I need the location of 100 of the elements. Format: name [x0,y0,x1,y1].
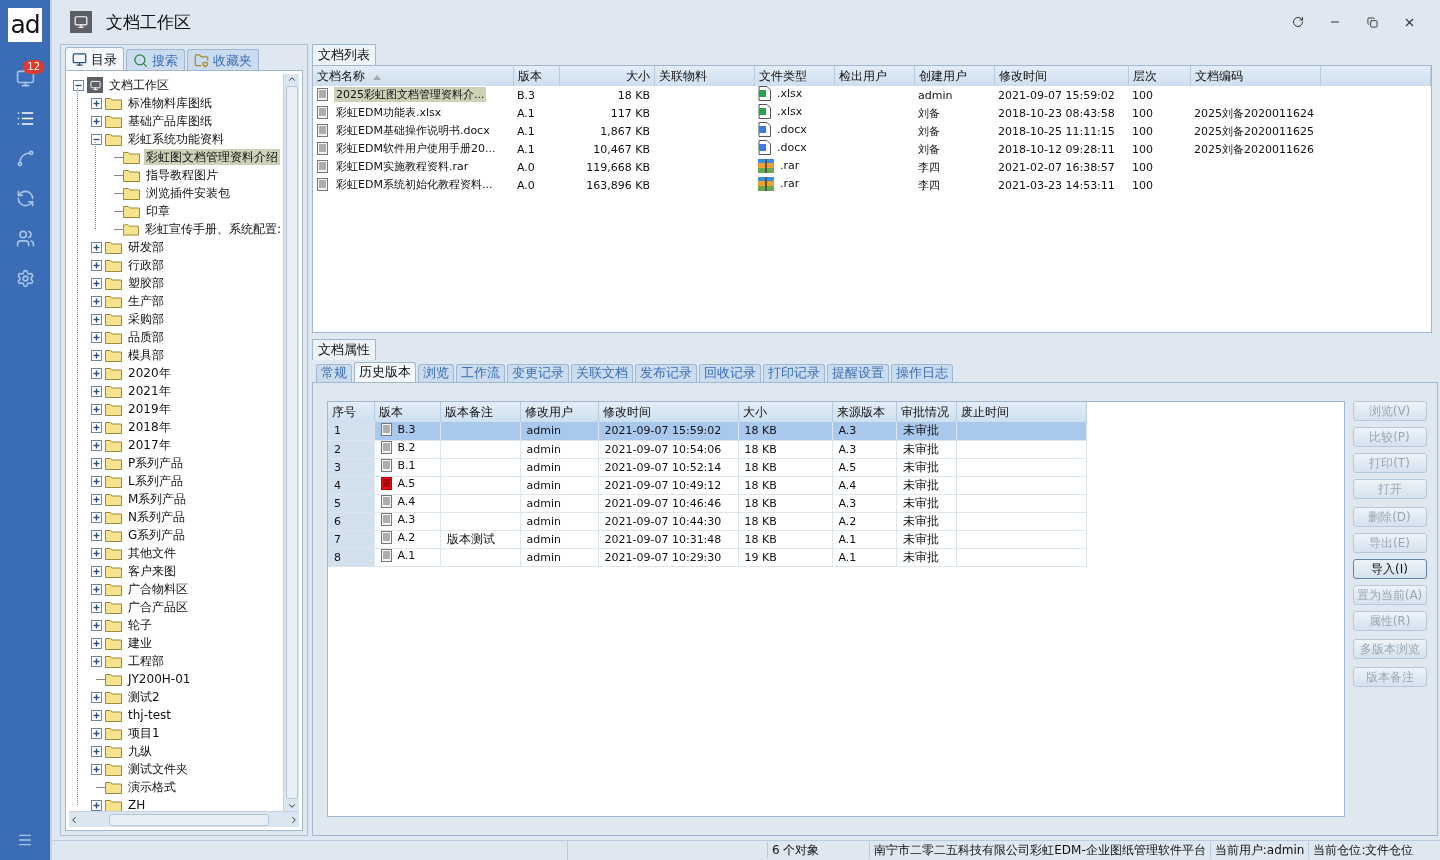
expand-icon[interactable] [90,97,102,109]
tree-item[interactable]: 文档工作区 [107,77,171,93]
tree-item[interactable]: 生产部 [126,293,166,309]
table-cell[interactable]: 彩虹EDM功能表.xlsx [334,104,444,120]
column-header[interactable]: 来源版本 [832,402,896,422]
tree-item[interactable]: P系列产品 [126,455,186,471]
expand-icon[interactable] [90,277,102,289]
tree-item[interactable]: JY200H-01 [126,671,193,687]
expand-icon[interactable] [90,385,102,397]
table-cell[interactable]: 彩虹EDM系统初始化教程资料... [334,176,495,192]
scroll-right-icon[interactable] [289,814,299,825]
tree-item[interactable]: 采购部 [126,311,166,327]
expand-icon[interactable] [90,349,102,361]
tree-item[interactable]: 指导教程图片 [144,167,220,183]
tree-item[interactable]: 2021年 [126,383,173,399]
collapse-icon[interactable] [72,79,84,91]
collapse-icon[interactable] [90,133,102,145]
table-cell[interactable]: 彩虹EDM实施教程资料.rar [334,158,471,174]
column-header[interactable]: 大小 [559,66,654,86]
tree-item[interactable]: G系列产品 [126,527,188,543]
tree-item[interactable]: 行政部 [126,257,166,273]
expand-icon[interactable] [90,529,102,541]
tab[interactable]: 操作日志 [891,364,953,382]
expand-icon[interactable] [90,493,102,505]
tree-item[interactable]: thj-test [126,707,174,723]
tree-item[interactable]: 演示格式 [126,779,178,795]
expand-icon[interactable] [90,295,102,307]
tree-item[interactable]: 2018年 [126,419,173,435]
column-header[interactable]: 检出用户 [834,66,914,86]
expand-icon[interactable] [90,691,102,703]
tree-item[interactable]: ZH [126,797,148,811]
expand-icon[interactable] [90,709,102,721]
tree-item[interactable]: 基础产品库图纸 [126,113,214,129]
column-header[interactable]: 审批情况 [896,402,956,422]
column-header[interactable]: 废止时间 [956,402,1086,422]
table-cell[interactable]: 彩虹EDM基础操作说明书.docx [334,122,492,138]
tree-item[interactable]: 其他文件 [126,545,178,561]
tree-item[interactable]: 2020年 [126,365,173,381]
expand-icon[interactable] [90,457,102,469]
tab[interactable]: 关联文档 [571,364,633,382]
column-header[interactable]: 修改用户 [520,402,598,422]
column-header[interactable]: 修改时间 [598,402,738,422]
expand-icon[interactable] [90,727,102,739]
tree-item[interactable]: 塑胶部 [126,275,166,291]
tree-item[interactable]: 模具部 [126,347,166,363]
vertical-scrollbar[interactable] [283,74,299,811]
column-header[interactable]: 序号 [328,402,374,422]
app-logo[interactable]: ad [8,8,42,42]
action-button[interactable]: 导入(I) [1352,559,1427,579]
tab[interactable]: 搜索 [126,49,185,71]
column-header[interactable]: 版本 [374,402,440,422]
tree-item[interactable]: 浏览插件安装包 [144,185,232,201]
tree-item[interactable]: N系列产品 [126,509,187,525]
column-header[interactable]: 创建用户 [914,66,994,86]
tree-item[interactable]: 彩虹图文档管理资料介绍 [144,149,280,165]
expand-icon[interactable] [90,655,102,667]
tree-item[interactable]: 九纵 [126,743,154,759]
column-header[interactable]: 版本 [513,66,559,86]
tree-item[interactable]: 测试2 [126,689,162,705]
scroll-up-icon[interactable] [286,74,297,84]
table-cell[interactable]: 2025彩虹图文档管理资料介... [334,86,487,102]
tree-item[interactable]: M系列产品 [126,491,189,507]
expand-icon[interactable] [90,367,102,379]
expand-icon[interactable] [90,403,102,415]
tab[interactable]: 历史版本 [354,362,416,382]
tab[interactable]: 提醒设置 [827,364,889,382]
menu-icon[interactable] [17,832,33,848]
expand-icon[interactable] [90,475,102,487]
column-header[interactable]: 版本备注 [440,402,520,422]
column-header[interactable]: 文档编码 [1190,66,1320,86]
tree-item[interactable]: 广合物料区 [126,581,190,597]
column-header[interactable]: 层次 [1128,66,1190,86]
expand-icon[interactable] [90,799,102,811]
expand-icon[interactable] [90,331,102,343]
table-cell[interactable]: 彩虹EDM软件用户使用手册20... [334,140,498,156]
tab[interactable]: 工作流 [456,364,505,382]
column-header[interactable]: 文件类型 [754,66,834,86]
column-header[interactable]: 大小 [738,402,832,422]
tree-item[interactable]: 研发部 [126,239,166,255]
expand-icon[interactable] [90,241,102,253]
tree-item[interactable]: 印章 [144,203,172,219]
column-header[interactable]: 关联物料 [654,66,754,86]
scroll-left-icon[interactable] [69,814,79,825]
tree-item[interactable]: 客户来图 [126,563,178,579]
tab[interactable]: 变更记录 [507,364,569,382]
expand-icon[interactable] [90,619,102,631]
tab[interactable]: 目录 [65,47,124,71]
expand-icon[interactable] [90,439,102,451]
tree-item[interactable]: 建业 [126,635,154,651]
expand-icon[interactable] [90,115,102,127]
scroll-down-icon[interactable] [286,801,297,811]
tree-item[interactable]: 彩虹系统功能资料 [126,131,226,147]
horizontal-scrollbar[interactable] [69,811,299,827]
tab[interactable]: 常规 [316,364,352,382]
expand-icon[interactable] [90,763,102,775]
expand-icon[interactable] [90,511,102,523]
tree-item[interactable]: 2017年 [126,437,173,453]
expand-icon[interactable] [90,565,102,577]
tree-item[interactable]: 2019年 [126,401,173,417]
tree-item[interactable]: 彩虹宣传手册、系统配置: [142,221,283,237]
